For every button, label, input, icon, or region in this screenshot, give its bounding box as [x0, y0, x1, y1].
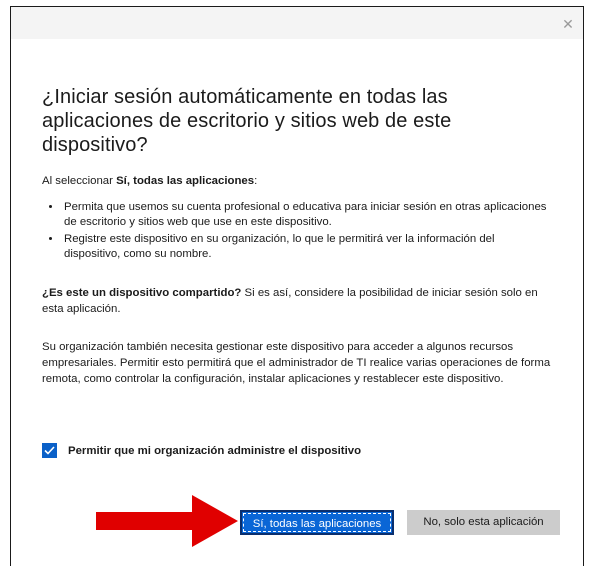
close-icon[interactable]: ✕	[559, 15, 577, 33]
title-bar: ✕	[11, 7, 583, 39]
intro-text: Al seleccionar Sí, todas las aplicacione…	[42, 174, 552, 189]
dialog-heading: ¿Iniciar sesión automáticamente en todas…	[42, 86, 452, 156]
allow-management-checkbox-row[interactable]: Permitir que mi organización administre …	[42, 442, 361, 459]
checkbox-label: Permitir que mi organización administre …	[68, 444, 362, 457]
dialog-content: ¿Iniciar sesión automáticamente en todas…	[42, 85, 552, 387]
intro-prefix: Al seleccionar	[42, 175, 117, 187]
checkmark-icon	[44, 446, 55, 455]
list-item: Registre este dispositivo en su organiza…	[62, 232, 552, 262]
no-this-app-only-button[interactable]: No, solo esta aplicación	[407, 510, 560, 535]
shared-device-question: ¿Es este un dispositivo compartido?	[42, 287, 242, 299]
yes-all-apps-button[interactable]: Sí, todas las aplicaciones	[240, 510, 394, 535]
management-text: Su organización también necesita gestion…	[42, 341, 551, 385]
allow-management-checkbox[interactable]	[42, 443, 57, 458]
intro-suffix: :	[254, 175, 258, 187]
shared-device-text: ¿Es este un dispositivo compartido? Si e…	[42, 285, 552, 317]
list-item: Permita que usemos su cuenta profesional…	[62, 200, 552, 230]
red-arrow-icon	[96, 495, 238, 547]
intro-bold: Sí, todas las aplicaciones	[116, 175, 255, 187]
consent-bullet-list: Permita que usemos su cuenta profesional…	[42, 200, 552, 262]
